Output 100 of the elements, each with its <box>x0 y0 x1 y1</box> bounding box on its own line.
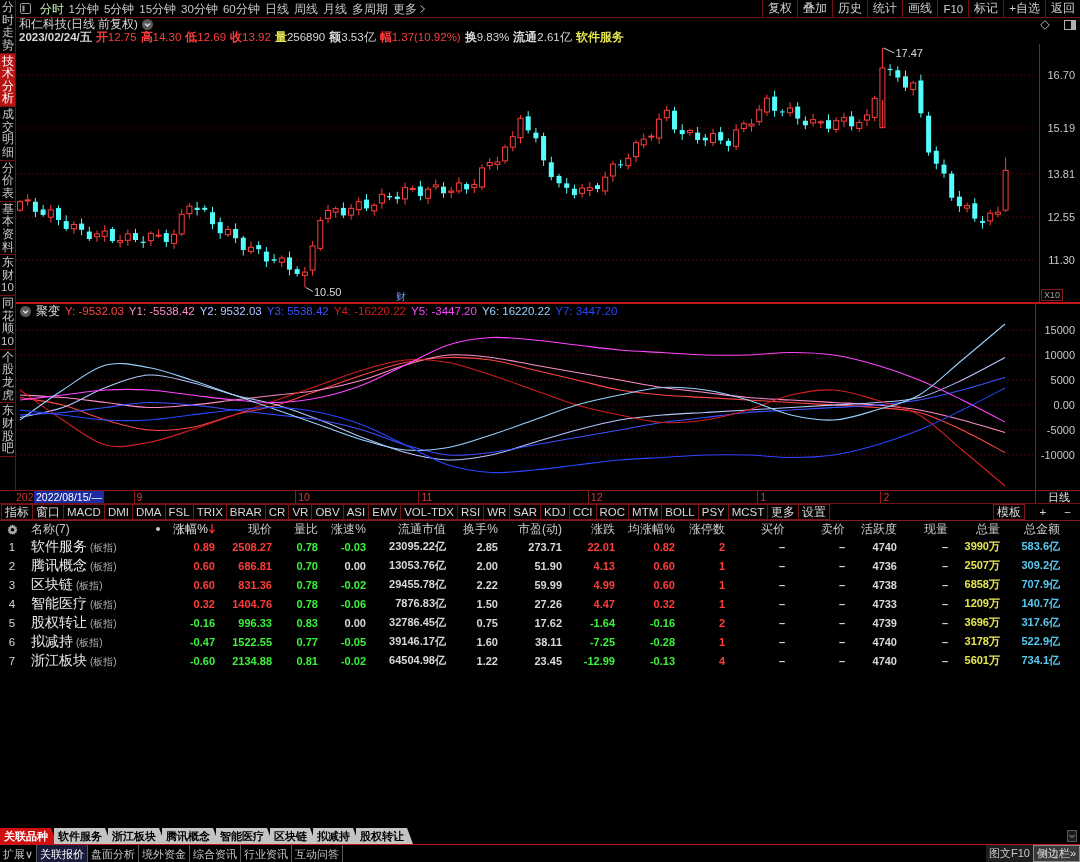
toolbar-button[interactable]: +自选 <box>1003 0 1045 17</box>
indicator-tab[interactable]: KDJ <box>540 504 570 520</box>
panel-toggle-icon[interactable] <box>20 3 31 14</box>
column-header[interactable]: 总金额 <box>1024 521 1060 537</box>
indicator-tab[interactable]: TRIX <box>192 504 227 520</box>
indicator-tab[interactable]: EMV <box>368 504 402 520</box>
indicator-tab[interactable]: BOLL <box>661 504 699 520</box>
indicator-tab[interactable]: CR <box>264 504 290 520</box>
related-tab[interactable]: 智能医疗 <box>216 828 273 844</box>
toolbar-button[interactable]: F10 <box>937 0 969 17</box>
indicator-tab[interactable]: 更多 <box>767 504 800 520</box>
toolbar-button[interactable]: 统计 <box>867 0 903 17</box>
indicator-tab[interactable]: 设置 <box>798 504 831 520</box>
column-header[interactable]: 名称(7) <box>31 521 70 537</box>
column-header[interactable]: 总量 <box>976 521 1000 537</box>
sector-name[interactable]: 软件服务 <box>31 537 87 556</box>
status-tab[interactable]: 关联报价 <box>37 845 89 862</box>
indicator-tab[interactable]: WR <box>483 504 511 520</box>
panel-button[interactable]: + <box>1030 504 1056 520</box>
diamond-icon[interactable] <box>1040 19 1050 30</box>
related-tab[interactable]: 关联品种 <box>0 828 57 844</box>
status-tab[interactable]: 互动问答 <box>292 845 344 862</box>
indicator-tab[interactable]: PSY <box>697 504 729 520</box>
sector-name[interactable]: 拟减持 <box>31 632 73 651</box>
period-tab[interactable]: 日线 <box>262 0 292 17</box>
period-tab[interactable]: 分时 <box>37 0 66 17</box>
indicator-tab[interactable]: MACD <box>63 504 105 520</box>
sector-name[interactable]: 区块链 <box>31 575 73 594</box>
sidebar-tab[interactable]: 分价表 <box>0 160 15 202</box>
panel-button[interactable]: 模板 <box>992 504 1025 520</box>
indicator-tab[interactable]: OBV <box>311 504 344 520</box>
status-tab[interactable]: 综合资讯 <box>190 845 242 862</box>
column-header[interactable]: 换手% <box>463 521 498 537</box>
indicator-tab[interactable]: BRAR <box>225 504 266 520</box>
indicator-name[interactable]: 聚变 <box>36 305 60 318</box>
indicator-tab[interactable]: RSI <box>457 504 485 520</box>
indicator-tab[interactable]: VR <box>288 504 313 520</box>
column-header[interactable]: 现量 <box>924 521 948 537</box>
indicator-tab[interactable]: MCST <box>727 504 769 520</box>
column-header[interactable]: 流通市值 <box>398 521 446 537</box>
related-tab[interactable]: 腾讯概念 <box>162 828 219 844</box>
period-tab[interactable]: 月线 <box>320 0 350 17</box>
related-tab[interactable]: 拟减持 <box>313 828 359 844</box>
status-tab[interactable]: 行业资讯 <box>241 845 293 862</box>
period-tab[interactable]: 15分钟 <box>136 0 179 17</box>
indicator-tab[interactable]: MTM <box>628 504 663 520</box>
period-tab[interactable]: 60分钟 <box>220 0 263 17</box>
sidebar-tab[interactable]: 分时走势 <box>0 0 15 54</box>
indicator-tab[interactable]: FSL <box>164 504 194 520</box>
settings-icon[interactable] <box>6 523 18 535</box>
period-tab[interactable]: 30分钟 <box>178 0 221 17</box>
column-header[interactable]: 涨幅% <box>173 521 208 537</box>
toolbar-button[interactable]: 返回 <box>1045 0 1080 17</box>
period-tab[interactable]: 1分钟 <box>66 0 102 17</box>
dropdown-icon[interactable] <box>141 19 153 30</box>
sidebar-tab[interactable]: 成交明细 <box>0 107 15 161</box>
panel-button[interactable]: − <box>1055 504 1080 520</box>
toolbar-button[interactable]: 画线 <box>902 0 938 17</box>
toolbar-button[interactable]: 历史 <box>832 0 868 17</box>
column-header[interactable]: 涨跌 <box>591 521 615 537</box>
column-header[interactable]: 量比 <box>294 521 318 537</box>
status-button[interactable]: 图文F10 <box>985 845 1033 862</box>
indicator-tab[interactable]: DMI <box>103 504 133 520</box>
sector-name[interactable]: 浙江板块 <box>31 651 87 670</box>
related-tab[interactable]: 软件服务 <box>54 828 111 844</box>
more-periods-button[interactable]: 更多 <box>390 0 428 17</box>
column-header[interactable]: 涨停数 <box>689 521 725 537</box>
period-tab[interactable]: 多周期 <box>349 0 391 17</box>
indicator-tab[interactable]: DMA <box>131 504 166 520</box>
zoom-level-button[interactable]: X10 <box>1041 289 1063 301</box>
indicator-tab[interactable]: ROC <box>595 504 630 520</box>
indicator-tab[interactable]: CCI <box>568 504 597 520</box>
indicator-tab[interactable]: 指标 <box>1 504 33 520</box>
sector-name[interactable]: 智能医疗 <box>31 594 87 613</box>
column-header[interactable]: 均涨幅% <box>628 521 675 537</box>
indicator-tab[interactable]: 窗口 <box>32 504 64 520</box>
indicator-tab[interactable]: ASI <box>342 504 370 520</box>
column-header[interactable]: 市盈(动) <box>518 521 562 537</box>
sidebar-tab[interactable]: 技术分析 <box>0 53 15 108</box>
related-tab[interactable]: 股权转让 <box>356 828 413 844</box>
status-button[interactable]: 侧边栏» <box>1032 845 1080 862</box>
sector-name[interactable]: 股权转让 <box>31 613 87 632</box>
related-tab[interactable]: 区块链 <box>270 828 316 844</box>
period-tab[interactable]: 周线 <box>291 0 321 17</box>
column-header[interactable]: 买价 <box>761 521 785 537</box>
column-header[interactable]: 现价 <box>248 521 272 537</box>
dropdown-icon[interactable] <box>20 306 31 317</box>
toolbar-button[interactable]: 叠加 <box>797 0 833 17</box>
status-tab[interactable]: 盘面分析 <box>88 845 140 862</box>
period-tab[interactable]: 5分钟 <box>101 0 137 17</box>
indicator-tab[interactable]: VOL-TDX <box>400 504 458 520</box>
window-icon[interactable] <box>1064 19 1076 30</box>
sidebar-tab[interactable]: 基本资料 <box>0 201 15 256</box>
sidebar-tab[interactable]: 东财股吧 <box>0 403 15 457</box>
column-header[interactable]: 活跃度 <box>861 521 897 537</box>
toolbar-button[interactable]: 复权 <box>762 0 798 17</box>
status-tab[interactable]: 境外资金 <box>139 845 191 862</box>
indicator-tab[interactable]: SAR <box>509 504 541 520</box>
related-tab[interactable]: 浙江板块 <box>108 828 165 844</box>
event-marker[interactable]: 财 <box>396 291 406 302</box>
